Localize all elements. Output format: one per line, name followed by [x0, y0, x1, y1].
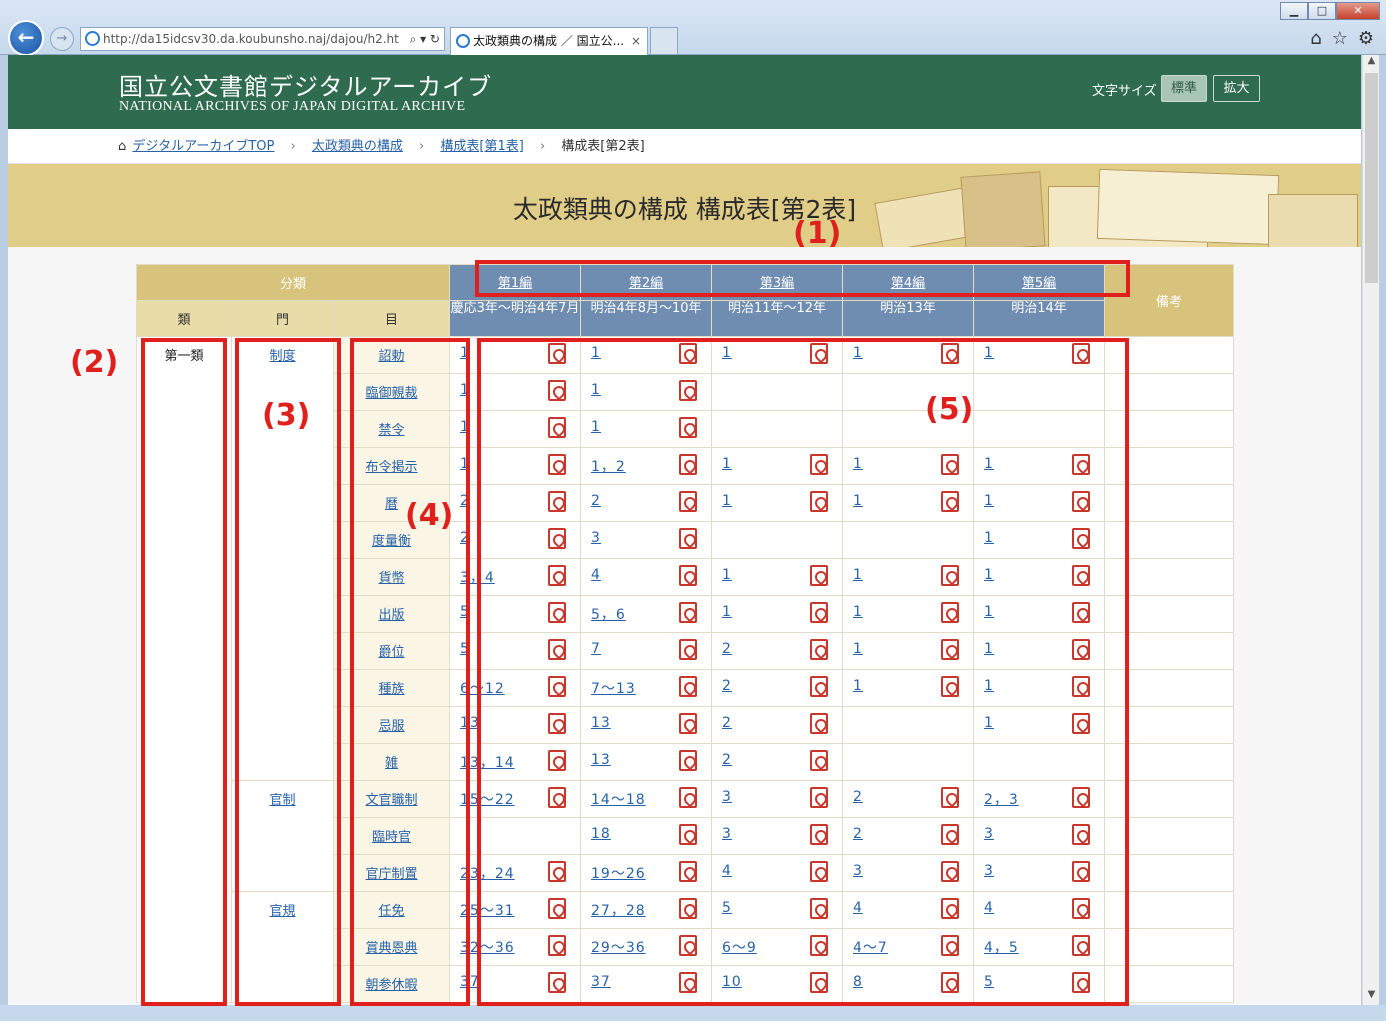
classification-header: 分類	[135, 264, 451, 301]
edition-period: 明治14年	[973, 300, 1106, 337]
breadcrumb-link-top[interactable]: デジタルアーカイブTOP	[132, 139, 274, 154]
site-header: 国立公文書館デジタルアーカイブ NATIONAL ARCHIVES OF JAP…	[8, 55, 1361, 129]
annotation-box-5	[477, 338, 1129, 1006]
edition-period: 慶応3年～明治4年7月	[449, 300, 582, 337]
font-size-label: 文字サイズ	[1092, 84, 1157, 99]
home-icon[interactable]: ⌂	[1310, 28, 1321, 49]
ie-icon	[456, 34, 470, 48]
annotation-label-4: (4)	[405, 498, 454, 533]
vertical-scrollbar[interactable]: ▲ ▼	[1362, 55, 1379, 1005]
favorites-star-icon[interactable]: ☆	[1332, 28, 1348, 49]
tab-close-icon[interactable]: ×	[631, 28, 641, 54]
back-button[interactable]: ←	[8, 20, 44, 56]
window-controls: ▁ □ ✕	[1280, 2, 1380, 20]
moku-header: 目	[332, 300, 451, 337]
rui-header: 類	[136, 300, 232, 337]
edition-period: 明治13年	[842, 300, 975, 337]
page-banner: 太政類典の構成 構成表[第2表]	[8, 164, 1361, 247]
edition-period: 明治4年8月～10年	[580, 300, 713, 337]
breadcrumb: ⌂ デジタルアーカイブTOP › 太政類典の構成 › 構成表[第1表] › 構成…	[8, 129, 1361, 164]
scroll-thumb[interactable]	[1365, 73, 1378, 283]
annotation-label-2: (2)	[70, 345, 119, 380]
scroll-down-icon[interactable]: ▼	[1363, 989, 1380, 1005]
address-text: http://da15idcsv30.da.koubunsho.naj/dajo…	[103, 32, 399, 46]
site-logo-en[interactable]: NATIONAL ARCHIVES OF JAPAN DIGITAL ARCHI…	[119, 99, 465, 115]
site-logo-jp[interactable]: 国立公文書館デジタルアーカイブ	[119, 67, 492, 102]
breadcrumb-separator: ›	[419, 139, 425, 154]
scroll-up-icon[interactable]: ▲	[1363, 55, 1380, 71]
forward-button[interactable]: →	[50, 27, 74, 51]
ie-icon	[85, 31, 100, 46]
annotation-box-1	[475, 260, 1130, 297]
mon-header: 門	[231, 300, 334, 337]
font-large-button[interactable]: 拡大	[1213, 75, 1260, 102]
breadcrumb-link-structure[interactable]: 太政類典の構成	[312, 139, 403, 154]
home-icon: ⌂	[118, 139, 127, 154]
tab-title: 太政類典の構成 ／ 国立公...	[473, 34, 625, 48]
annotation-label-5: (5)	[925, 392, 974, 427]
breadcrumb-separator: ›	[539, 139, 546, 154]
address-controls-icon[interactable]: ⌕ ▾ ↻	[410, 28, 440, 50]
breadcrumb-current: 構成表[第2表]	[561, 139, 645, 154]
browser-tab[interactable]: 太政類典の構成 ／ 国立公... ×	[450, 27, 648, 55]
close-window-button[interactable]: ✕	[1336, 2, 1380, 20]
annotation-box-4	[350, 338, 470, 1006]
font-standard-button[interactable]: 標準	[1161, 75, 1207, 102]
annotation-box-3	[235, 338, 341, 1006]
annotation-label-1: (1)	[793, 216, 842, 251]
settings-gear-icon[interactable]: ⚙	[1358, 28, 1374, 49]
address-bar[interactable]: http://da15idcsv30.da.koubunsho.naj/dajo…	[80, 27, 445, 51]
annotation-label-3: (3)	[262, 398, 311, 433]
maximize-button[interactable]: □	[1308, 2, 1336, 20]
breadcrumb-separator: ›	[290, 139, 296, 154]
edition-period: 明治11年～12年	[711, 300, 844, 337]
page-title: 太政類典の構成 構成表[第2表]	[512, 195, 857, 224]
minimize-button[interactable]: ▁	[1280, 2, 1308, 20]
window-bottom-border	[0, 1005, 1386, 1021]
annotation-box-2	[141, 338, 227, 1006]
toolbar-icons: ⌂ ☆ ⚙	[1310, 28, 1374, 49]
breadcrumb-link-table1[interactable]: 構成表[第1表]	[440, 139, 523, 154]
browser-chrome: ▁ □ ✕ ← → http://da15idcsv30.da.koubunsh…	[0, 0, 1386, 56]
new-tab-button[interactable]	[650, 27, 678, 55]
